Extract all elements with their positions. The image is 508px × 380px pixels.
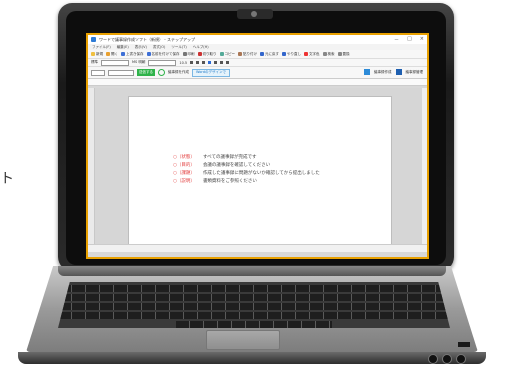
line-text: 作成した議事録に問題がないか確認してから提出しました [202,171,320,176]
font-color-icon [304,52,308,56]
save-as-icon [146,52,151,56]
key-row [58,294,450,301]
vertical-ruler [88,88,95,252]
cut-button[interactable]: 切り取り [197,52,217,57]
print-icon [182,52,187,56]
indicator-light [442,354,452,364]
front-edge [18,352,486,364]
line-text: 会議の議事録を確認してください [202,163,271,168]
keyboard [58,282,450,328]
minutes-manage-button[interactable]: 議事録管理 [406,70,424,75]
vertical-scrollbar[interactable] [422,88,427,252]
list-icon[interactable] [226,61,230,64]
line-tag: ○（説明） [173,179,195,184]
laptop-base [18,266,486,368]
italic-icon[interactable] [196,61,200,64]
document-line: ○（状態） すべての議事録が完成です [173,153,320,161]
key-row [58,303,450,310]
send-button[interactable]: 送信する [137,69,155,76]
print-button[interactable]: 印刷 [182,52,195,57]
undo-icon [260,52,264,56]
menu-edit[interactable]: 編集(E) [117,45,129,50]
document-workspace: ○（状態） すべての議事録が完成です ○（目的） 会議の議事録を確認してください… [88,88,427,252]
maximize-button[interactable]: □ [407,36,412,43]
line-text: 書類資料をご参照ください [202,179,257,184]
indicator-light [456,354,466,364]
font-color-button[interactable]: 文字色 [304,52,320,57]
save-icon [121,52,125,56]
document-page[interactable]: ○（状態） すべての議事録が完成です ○（目的） 会議の議事録を確認してください… [128,96,392,248]
window-title: ワードで議事録作成ソフト（新規） - ステップアップ [99,36,195,42]
indicator-light [428,354,438,364]
open-button[interactable]: 開く [106,52,118,57]
font-dropdown[interactable] [148,59,177,66]
line-tag: ○（目的） [173,163,195,168]
undo-button[interactable]: 元に戻す [260,52,279,57]
app-window: ワードで議事録作成ソフト（新規） - ステップアップ － □ × ファイル(F)… [86,33,429,259]
main-toolbar: 新規 開く 上書き保存 名前を付けて保存 印刷 切り取り コピー 貼り付け 元に… [88,50,427,59]
status-bar [88,244,427,252]
copy-icon [219,52,224,56]
save-as-button[interactable]: 名前を付けて保存 [146,52,180,57]
align-right-icon[interactable] [220,61,224,64]
redo-button[interactable]: やり直し [282,52,301,57]
close-button[interactable]: × [420,36,424,43]
style-dropdown[interactable] [101,59,129,66]
minutes-create-icon [364,69,370,75]
refresh-icon[interactable] [158,69,165,76]
redo-icon [282,52,286,56]
touchpad [206,330,280,350]
folder-icon [106,52,110,56]
format-toolbar: 標準 MS 明朝 10.5 [88,59,427,67]
minutes-create-button[interactable]: 議事録作成 [374,70,392,75]
spacebar-row [175,321,333,328]
minimize-button[interactable]: － [394,36,399,43]
paste-icon [238,52,242,56]
zoom-dropdown[interactable] [91,69,105,76]
menu-help[interactable]: ヘルプ(H) [193,45,209,50]
line-tag: ○（課題） [173,171,195,176]
save-button[interactable]: 上書き保存 [121,52,144,57]
key-row [58,312,450,319]
new-button[interactable]: 新規 [91,52,103,57]
camera-icon [237,9,273,19]
document-line: ○（説明） 書類資料をご参照ください [173,177,320,185]
title-bar: ワードで議事録作成ソフト（新規） - ステップアップ － □ × [88,35,427,44]
line-text: すべての議事録が完成です [202,155,257,160]
laptop-illustration: ワードで議事録作成ソフト（新規） - ステップアップ － □ × ファイル(F)… [0,0,508,380]
app-icon [91,37,96,42]
font-select[interactable]: MS 明朝 [132,60,145,65]
replace-icon [337,52,342,56]
word-design-button[interactable]: Wordのデザインで [192,68,230,77]
menu-tools[interactable]: ツール(T) [171,45,186,50]
bold-icon[interactable] [190,61,194,64]
find-button[interactable]: 検索 [322,52,335,57]
document-line: ○（課題） 作成した議事録に問題がないか確認してから提出しました [173,169,320,177]
underline-icon[interactable] [202,61,206,64]
logo-badge [458,342,470,347]
menu-format[interactable]: 書式(O) [153,45,166,50]
menu-view[interactable]: 表示(V) [135,45,147,50]
new-icon [91,52,95,56]
search-icon [322,52,327,56]
align-left-icon[interactable] [208,61,212,64]
align-center-icon[interactable] [214,61,218,64]
page-dropdown[interactable] [108,69,134,76]
line-tag: ○（状態） [173,155,195,160]
minutes-manage-icon [395,69,402,75]
horizontal-ruler [88,79,427,86]
copy-button[interactable]: コピー [219,52,235,57]
style-select[interactable]: 標準 [91,60,98,65]
key-row [58,285,450,292]
replace-button[interactable]: 置換 [337,52,350,57]
cut-icon [197,52,202,56]
document-line: ○（目的） 会議の議事録を確認してください [173,161,320,169]
action-toolbar: 送信する 議事録を作成 Wordのデザインで 議事録作成 議事録管理 [88,67,427,79]
hinge [58,266,446,276]
font-size-select[interactable]: 10.5 [179,61,187,65]
menu-file[interactable]: ファイル(F) [92,45,111,50]
paste-button[interactable]: 貼り付け [238,52,257,57]
create-minutes-label[interactable]: 議事録を作成 [168,70,189,75]
